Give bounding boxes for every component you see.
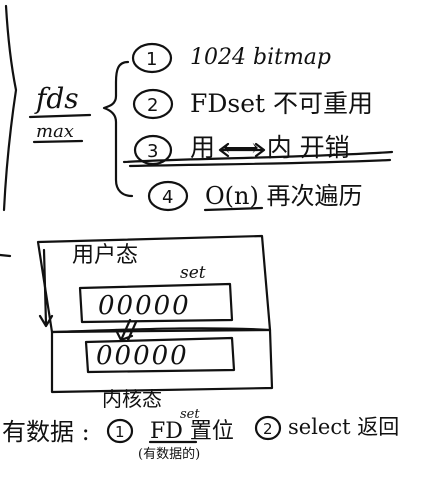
step-1-sup: set	[180, 407, 200, 422]
user-set-label: set	[180, 263, 206, 283]
item-1-text: 1024 bitmap	[190, 45, 331, 70]
bottom-prefix: 有数据 :	[2, 418, 90, 446]
item-4-number: 4	[162, 187, 173, 208]
step-1-text: FD 置位	[150, 419, 234, 444]
step-1-number: 1	[115, 423, 125, 441]
kernel-bits: 00000	[96, 341, 189, 371]
items-curly-brace	[102, 60, 134, 198]
step-2-text: select 返回	[288, 415, 399, 439]
step-1-note: (有数据的)	[138, 446, 200, 462]
item-3-number: 3	[147, 141, 158, 162]
kernel-space-label: 内核态	[102, 387, 162, 411]
diagram-svg: fds max 1 1024 bitmap 2 FDset 不可重用 3 用 ⟷…	[0, 4, 399, 462]
item-3-text: 用 ⟷ 内 开销	[190, 133, 350, 162]
item-4-text: O(n) 再次遍历	[205, 182, 363, 210]
fds-subtitle: max	[36, 121, 74, 142]
whiteboard-canvas: fds max 1 1024 bitmap 2 FDset 不可重用 3 用 ⟷…	[0, 0, 445, 478]
fds-title: fds	[34, 82, 79, 115]
item-2-text: FDset 不可重用	[190, 89, 373, 118]
left-bracket-tick	[0, 253, 12, 258]
item-2-number: 2	[147, 95, 158, 116]
fds-underline	[28, 113, 92, 119]
item-1-number: 1	[146, 49, 157, 70]
user-space-label: 用户态	[72, 243, 138, 268]
left-bracket-stroke	[2, 4, 18, 212]
step-2-number: 2	[263, 420, 273, 438]
user-bits: 00000	[98, 291, 191, 321]
